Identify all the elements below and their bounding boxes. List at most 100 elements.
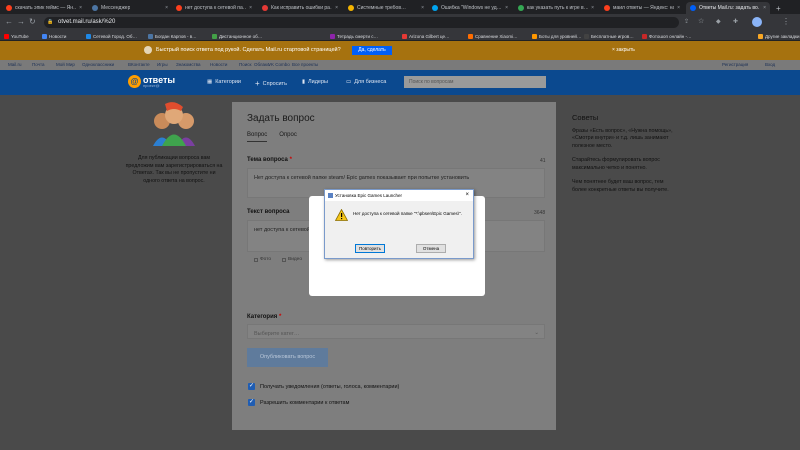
browser-tab[interactable]: скачать эпик геймс — Ян… × (2, 2, 86, 14)
bookmark-item[interactable]: Богдан Карпов - в… (148, 32, 197, 40)
tab-close-icon[interactable]: × (79, 5, 82, 11)
bookmark-label: Фотошоп онлайн -… (649, 33, 692, 39)
tab-close-icon[interactable]: × (763, 5, 766, 11)
portal-nav-link[interactable]: Все проекты (292, 62, 318, 67)
browser-tab[interactable]: Системные требов… × (344, 2, 428, 14)
attach-video-button[interactable]: Видео (282, 257, 302, 262)
portal-nav-link[interactable]: Мой Мир (56, 62, 75, 67)
nav-leaders[interactable]: ▮ Лидеры (302, 79, 328, 85)
publish-button[interactable]: Опубликовать вопрос (247, 348, 328, 367)
close-icon[interactable]: × (465, 190, 469, 201)
tab-close-icon[interactable]: × (249, 5, 252, 11)
browser-tab[interactable]: Как исправить ошибки ра… × (258, 2, 342, 14)
tab-close-icon[interactable]: × (677, 5, 680, 11)
cancel-button[interactable]: Отмена (416, 244, 446, 253)
tab-close-icon[interactable]: × (335, 5, 338, 11)
tab-close-icon[interactable]: × (591, 5, 594, 11)
warning-icon (335, 209, 348, 221)
nav-business-label: Для бизнеса (354, 79, 387, 85)
bookmark-item[interactable]: Arizona Gilbert це… (402, 32, 450, 40)
tab-question[interactable]: Вопрос (247, 132, 268, 142)
bookmark-label: Богдан Карпов - в… (155, 33, 197, 39)
profile-avatar[interactable] (752, 17, 762, 27)
address-bar-row: ← → ↻ 🔒 otvet.mail.ru/ask/%20 ⇪ ☆ ◆ ✚ ⋮ (0, 14, 800, 31)
bookmark-item[interactable]: Боты для уровней… (532, 32, 581, 40)
attach-photo-label: Фото (260, 257, 272, 262)
promo-close-button[interactable]: × закрыть (612, 47, 635, 53)
tip-item: Фразы «Есть вопрос», «Нужна помощь», «См… (572, 127, 673, 149)
tab-favicon-icon (690, 5, 696, 11)
forward-icon[interactable]: → (17, 18, 25, 26)
bookmark-label: Arizona Gilbert це… (409, 33, 450, 39)
bookmark-star-icon[interactable]: ☆ (698, 18, 704, 26)
portal-nav-link[interactable]: Mail.ru (8, 62, 22, 67)
tab-label: скачать эпик геймс — Ян… (15, 5, 77, 11)
nav-business[interactable]: ▭ Для бизнеса (346, 79, 386, 85)
bookmark-item[interactable]: Новости (42, 32, 66, 40)
url-input[interactable]: 🔒 otvet.mail.ru/ask/%20 (44, 17, 679, 28)
bookmark-favicon-icon (86, 33, 91, 39)
logo-subtext: проект@ (143, 82, 160, 88)
register-link[interactable]: Регистрация (722, 62, 748, 67)
new-tab-button[interactable]: + (772, 2, 785, 14)
share-icon[interactable]: ⇪ (684, 18, 689, 26)
menu-kebab-icon[interactable]: ⋮ (782, 18, 790, 26)
bookmark-item[interactable]: Сетевой Город. Об… (86, 32, 137, 40)
tab-close-icon[interactable]: × (165, 5, 168, 11)
bookmark-favicon-icon (402, 33, 407, 39)
tab-favicon-icon (262, 5, 268, 11)
reload-icon[interactable]: ↻ (29, 18, 36, 26)
notify-checkbox[interactable]: ✓ Получать уведомления (ответы, голоса, к… (248, 383, 399, 390)
extension-icon[interactable]: ◆ (716, 18, 721, 26)
tab-favicon-icon (176, 5, 182, 11)
portal-nav-link[interactable]: Одноклассники (82, 62, 114, 67)
browser-tab[interactable]: Ошибка "Windows не уд… × (428, 2, 512, 14)
browser-tab[interactable]: как указать путь к игре в… × (514, 2, 598, 14)
retry-button[interactable]: Повторить (355, 244, 385, 253)
bookmark-item[interactable]: Бесплатные игров… (584, 32, 634, 40)
nav-ask[interactable]: + Спросить (255, 79, 287, 88)
tab-label: Системные требов… (357, 5, 406, 11)
bookmark-item[interactable]: Другие закладки (758, 32, 799, 40)
make-homepage-button[interactable]: Да, сделать (352, 46, 392, 55)
portal-nav-link[interactable]: Знакомства (176, 62, 200, 67)
tab-label: Ошибка "Windows не уд… (441, 5, 502, 11)
portal-nav-link[interactable]: VK Combo (268, 62, 290, 67)
attach-photo-button[interactable]: Фото (254, 257, 271, 262)
back-icon[interactable]: ← (5, 18, 13, 26)
bookmark-item[interactable]: Дистанционное об… (212, 32, 262, 40)
photo-icon (254, 257, 258, 262)
bookmark-item[interactable]: Фотошоп онлайн -… (642, 32, 692, 40)
browser-tab[interactable]: маил ответы — Яндекс: на… × (600, 2, 684, 14)
category-select[interactable]: Выберите катег… ⌄ (247, 324, 545, 339)
topic-label: Тема вопроса * (247, 157, 292, 163)
browser-tab[interactable]: Мессенджер × (88, 2, 172, 14)
bookmark-label: Другие закладки (765, 33, 800, 39)
text-label: Текст вопроса (247, 209, 290, 215)
portal-nav-link[interactable]: ВКонтакте (128, 62, 150, 67)
tab-poll[interactable]: Опрос (279, 132, 297, 142)
tip-item: Чем понятнее будет ваш вопрос, тем более… (572, 179, 669, 193)
bookmark-item[interactable]: YouTube (4, 32, 29, 40)
extensions-puzzle-icon[interactable]: ✚ (733, 18, 738, 26)
otvety-logo[interactable]: @ ответы проект@ (128, 75, 175, 88)
tab-close-icon[interactable]: × (505, 5, 508, 11)
bookmark-label: YouTube (11, 33, 29, 39)
tab-label: Ответы Mail.ru: задать во… (699, 5, 761, 11)
portal-nav-link[interactable]: Почта (32, 62, 45, 67)
search-input[interactable]: Поиск по вопросам (404, 76, 546, 88)
bookmark-item[interactable]: Тетрадь смерти с… (330, 32, 378, 40)
bookmark-favicon-icon (4, 33, 9, 39)
portal-nav-link[interactable]: Новости (210, 62, 227, 67)
bookmark-item[interactable]: Сравнение Xiaomi… (468, 32, 518, 40)
tab-close-icon[interactable]: × (421, 5, 424, 11)
login-link[interactable]: Вход (765, 62, 775, 67)
allow-comments-label: Разрешить комментарии к ответам (260, 399, 350, 406)
allow-comments-checkbox[interactable]: ✓ Разрешить комментарии к ответам (248, 399, 349, 406)
portal-nav-link[interactable]: Поиск (239, 62, 251, 67)
portal-nav-link[interactable]: Игры (157, 62, 168, 67)
dialog-message: Нет доступа к сетевой папке "*:\pbsen\Ep… (353, 211, 462, 216)
browser-tab[interactable]: нет доступа к сетевой па… × (172, 2, 256, 14)
browser-tab[interactable]: Ответы Mail.ru: задать во… × (686, 2, 770, 14)
nav-categories[interactable]: ▦ Категории (207, 79, 241, 85)
